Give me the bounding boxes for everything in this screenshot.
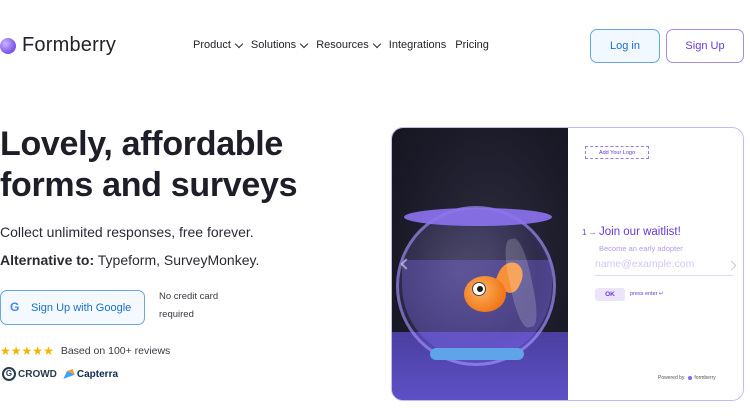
- chevron-down-icon: [372, 39, 382, 48]
- nav-item-pricing[interactable]: Pricing: [455, 39, 489, 51]
- star-icon: ★: [32, 344, 44, 358]
- nav-item-label: Solutions: [250, 39, 297, 51]
- powered-by-label: Powered by: [658, 375, 685, 381]
- top-nav: Formberry Product Solutions Resources In…: [0, 0, 750, 92]
- no-credit-card-note: No credit card required: [159, 288, 239, 324]
- no-credit-line-1: No credit card: [159, 291, 219, 302]
- capterra-logo-icon: [61, 369, 75, 379]
- brand-name: Formberry: [22, 34, 117, 56]
- reviews-text: Based on 100+ reviews: [60, 345, 171, 357]
- google-signup-button[interactable]: G Sign Up with Google: [0, 290, 145, 325]
- fishbowl-gravel: [430, 348, 524, 360]
- nav-item-resources[interactable]: Resources: [316, 39, 382, 51]
- main-menu: Product Solutions Resources Integrations…: [193, 39, 498, 51]
- hero-subtitle: Collect unlimited responses, free foreve…: [0, 224, 254, 240]
- question-description: Become an early adopter: [599, 244, 683, 253]
- review-badges: G CROWD Capterra: [2, 367, 118, 381]
- google-signup-label: Sign Up with Google: [31, 301, 132, 314]
- capterra-label: Capterra: [76, 368, 119, 380]
- nav-item-solutions[interactable]: Solutions: [250, 39, 309, 51]
- rating: ★ ★ ★ ★ ★ Based on 100+ reviews: [0, 345, 170, 357]
- nav-item-label: Integrations: [388, 39, 447, 51]
- star-icon: ★: [43, 344, 54, 358]
- no-credit-line-2: required: [159, 309, 194, 320]
- g2-logo-icon: G: [2, 367, 16, 381]
- headline-line-1: Lovely, affordable: [0, 125, 284, 163]
- hero-alternatives: Alternative to: Typeform, SurveyMonkey.: [0, 252, 259, 268]
- goldfish-pupil: [477, 286, 483, 292]
- alternatives-list: Typeform, SurveyMonkey.: [97, 252, 260, 268]
- question-title: Join our waitlist!: [599, 226, 681, 238]
- form-preview-card: Add Your Logo 1 → Join our waitlist! Bec…: [391, 127, 744, 401]
- form-preview: Add Your Logo 1 → Join our waitlist! Bec…: [568, 128, 743, 400]
- press-enter-hint: press enter ↵: [630, 291, 664, 297]
- g2-label: CROWD: [18, 368, 57, 380]
- star-icon: ★: [10, 344, 22, 358]
- email-field[interactable]: name@example.com: [595, 258, 733, 276]
- g2-crowd-badge[interactable]: G CROWD: [2, 367, 57, 381]
- fishbowl-rim: [404, 208, 552, 226]
- brand-logo[interactable]: Formberry: [0, 34, 116, 57]
- nav-item-label: Resources: [316, 39, 369, 51]
- star-icon: ★: [0, 344, 11, 358]
- nav-item-product[interactable]: Product: [193, 39, 244, 51]
- star-icon: ★: [21, 344, 33, 358]
- alternatives-prefix: Alternative to:: [0, 252, 95, 268]
- ok-button[interactable]: OK: [595, 288, 625, 301]
- berry-logo-icon: [0, 37, 16, 54]
- google-icon: G: [10, 300, 20, 314]
- headline-line-2: forms and surveys: [0, 166, 298, 204]
- powered-by-brand: formberry: [694, 375, 716, 381]
- goldfish-body: [464, 276, 506, 312]
- login-button[interactable]: Log in: [590, 29, 660, 63]
- chevron-down-icon: [299, 39, 309, 48]
- logo-placeholder: Add Your Logo: [585, 146, 649, 159]
- chevron-down-icon: [234, 39, 244, 48]
- hero-headline: Lovely, affordable forms and surveys: [0, 124, 330, 206]
- fishbowl-illustration: [392, 128, 568, 400]
- signup-button[interactable]: Sign Up: [666, 29, 744, 63]
- nav-item-label: Pricing: [455, 39, 489, 51]
- nav-item-integrations[interactable]: Integrations: [389, 39, 446, 51]
- nav-item-label: Product: [193, 39, 231, 51]
- powered-by: Powered by formberry: [658, 375, 716, 381]
- capterra-badge[interactable]: Capterra: [61, 368, 119, 380]
- berry-logo-icon: [688, 376, 693, 380]
- question-number: 1 →: [582, 228, 597, 237]
